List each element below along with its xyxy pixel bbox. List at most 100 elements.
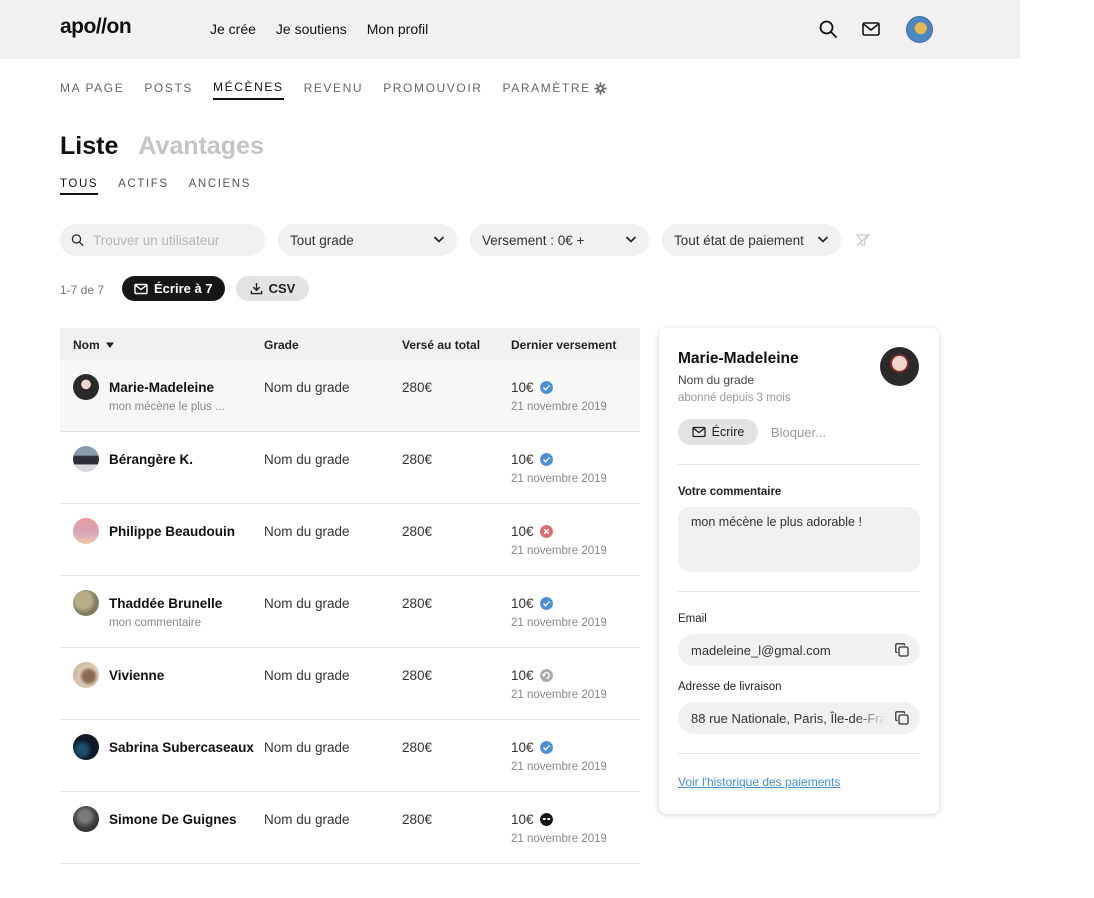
patron-total: 280€ [402, 380, 433, 395]
nav-item-je-soutiens[interactable]: Je soutiens [276, 21, 347, 37]
column-header-grade[interactable]: Grade [264, 338, 299, 352]
csv-export-button[interactable]: CSV [236, 276, 309, 301]
copy-icon[interactable] [894, 710, 910, 726]
column-header-name[interactable]: Nom [73, 338, 115, 352]
patron-name: Vivienne [109, 668, 165, 683]
patron-grade: Nom du grade [264, 524, 350, 539]
check-circle-icon [539, 597, 553, 610]
mail-icon [692, 426, 706, 438]
table-row[interactable]: Sabrina Subercaseaux Nom du grade 280€ 1… [60, 720, 640, 792]
error-circle-icon [539, 525, 553, 538]
column-header-name-label: Nom [73, 338, 100, 352]
mail-icon[interactable] [860, 18, 882, 40]
copy-icon[interactable] [894, 642, 910, 658]
last-payment-value: 10€ [511, 740, 534, 755]
block-link[interactable]: Bloquer... [771, 425, 826, 440]
blocked-face-icon [539, 813, 553, 826]
last-payment-amount: 10€ [511, 668, 553, 683]
write-all-label: Écrire à 7 [154, 281, 213, 296]
tab-parametre-label: PARAMÈTRE [502, 81, 591, 95]
last-payment-amount: 10€ [511, 740, 553, 755]
avatar [73, 446, 99, 472]
email-label: Email [678, 613, 707, 625]
payment-filter-value: Versement : 0€ + [482, 232, 585, 248]
nav-item-mon-profil[interactable]: Mon profil [367, 21, 428, 37]
avatar [73, 734, 99, 760]
sort-desc-icon [105, 342, 114, 348]
patron-name: Philippe Beaudouin [109, 524, 236, 539]
check-circle-icon [539, 741, 553, 754]
check-circle-icon [539, 381, 553, 394]
page-heading: Liste Avantages [60, 132, 264, 161]
subtab-tous[interactable]: TOUS [60, 178, 99, 195]
chevron-down-icon [433, 236, 445, 243]
comment-label: Votre commentaire [678, 486, 782, 498]
payment-state-filter[interactable]: Tout état de paiement [662, 224, 841, 256]
payment-state-filter-value: Tout état de paiement [674, 232, 804, 248]
subtab-anciens[interactable]: ANCIENS [189, 178, 251, 195]
last-payment-value: 10€ [511, 596, 534, 611]
avatar [73, 806, 99, 832]
tab-parametre[interactable]: PARAMÈTRE [503, 80, 607, 100]
patron-total: 280€ [402, 524, 433, 539]
column-header-total[interactable]: Versé au total [402, 338, 480, 352]
table-row[interactable]: Simone De Guignes Nom du grade 280€ 10€ … [60, 792, 640, 864]
tab-posts[interactable]: POSTS [144, 80, 193, 100]
divider [678, 753, 920, 754]
table-row[interactable]: Vivienne Nom du grade 280€ 10€ 21 novemb… [60, 648, 640, 720]
patron-total: 280€ [402, 740, 433, 755]
avatar [73, 374, 99, 400]
search-icon[interactable] [817, 18, 839, 40]
patron-grade: Nom du grade [264, 740, 350, 755]
address-field[interactable]: 88 rue Nationale, Paris, Île-de-France [678, 702, 920, 734]
last-payment-amount: 10€ [511, 380, 553, 395]
last-payment-value: 10€ [511, 812, 534, 827]
tab-promouvoir[interactable]: PROMOUVOIR [383, 80, 482, 100]
check-circle-icon [539, 453, 553, 466]
tab-ma-page[interactable]: MA PAGE [60, 80, 124, 100]
patron-name: Simone De Guignes [109, 812, 237, 827]
mail-icon [134, 283, 148, 294]
last-payment-value: 10€ [511, 380, 534, 395]
last-payment-date: 21 novembre 2019 [511, 401, 607, 413]
tab-revenu[interactable]: REVENU [304, 80, 364, 100]
table-header: Nom Grade Versé au total Dernier verseme… [60, 328, 640, 360]
pending-circle-icon [539, 669, 553, 682]
column-header-last-payment[interactable]: Dernier versement [511, 338, 616, 352]
last-payment-value: 10€ [511, 452, 534, 467]
nav-item-je-cree[interactable]: Je crée [210, 21, 256, 37]
table-row[interactable]: Marie-Madeleine mon mécène le plus ... N… [60, 360, 640, 432]
heading-liste[interactable]: Liste [60, 132, 118, 161]
write-button[interactable]: Écrire [678, 419, 758, 445]
patron-total: 280€ [402, 668, 433, 683]
write-all-button[interactable]: Écrire à 7 [122, 276, 225, 301]
avatar [73, 590, 99, 616]
grade-filter[interactable]: Tout grade [278, 224, 457, 256]
grade-filter-value: Tout grade [290, 232, 354, 248]
table-row[interactable]: Philippe Beaudouin Nom du grade 280€ 10€… [60, 504, 640, 576]
payment-filter[interactable]: Versement : 0€ + [470, 224, 649, 256]
patron-comment: mon commentaire [109, 617, 202, 629]
patrons-table: Nom Grade Versé au total Dernier verseme… [60, 328, 640, 864]
user-avatar[interactable] [906, 16, 933, 43]
divider [678, 464, 920, 465]
patron-name: Thaddée Brunelle [109, 596, 223, 611]
email-field[interactable]: madeleine_l@gmal.com [678, 634, 920, 666]
csv-label: CSV [268, 281, 296, 296]
download-icon [250, 282, 262, 295]
tab-mecenes[interactable]: MÉCÈNES [213, 80, 284, 100]
payment-history-link[interactable]: Voir l'historique des paiements [678, 775, 840, 789]
table-row[interactable]: Bérangère K. Nom du grade 280€ 10€ 21 no… [60, 432, 640, 504]
heading-avantages[interactable]: Avantages [138, 132, 264, 161]
clear-filter-icon[interactable] [855, 232, 871, 248]
search-input[interactable] [93, 232, 253, 248]
brand-logo[interactable]: apo//on [60, 15, 132, 39]
table-row[interactable]: Thaddée Brunelle mon commentaire Nom du … [60, 576, 640, 648]
section-tabs: MA PAGE POSTS MÉCÈNES REVENU PROMOUVOIR … [60, 80, 607, 100]
subtab-actifs[interactable]: ACTIFS [118, 178, 169, 195]
address-value: 88 rue Nationale, Paris, Île-de-France [691, 710, 886, 726]
comment-textarea[interactable]: mon mécène le plus adorable ! [678, 507, 920, 572]
patron-name: Sabrina Subercaseaux [109, 740, 254, 755]
patron-grade: Nom du grade [264, 812, 350, 827]
chevron-down-icon [625, 236, 637, 243]
